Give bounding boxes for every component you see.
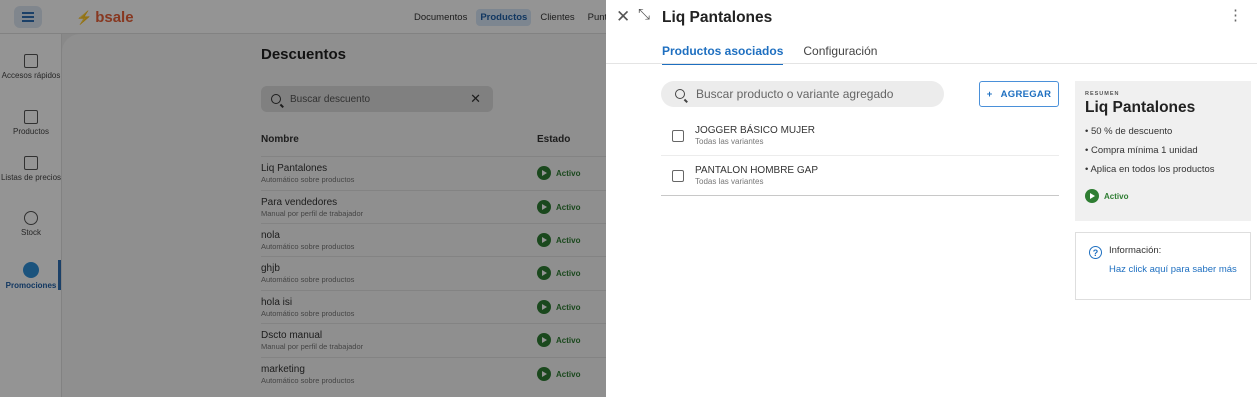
product-list: JOGGER BÁSICO MUJER Todas las variantes … xyxy=(661,116,1059,196)
summary-card: RESUMEN Liq Pantalones 50 % de descuento… xyxy=(1075,81,1251,221)
info-card: ? Información: Haz click aquí para saber… xyxy=(1075,232,1251,300)
info-link[interactable]: Haz click aquí para saber más xyxy=(1109,263,1239,276)
help-icon: ? xyxy=(1089,246,1102,259)
drawer-title: Liq Pantalones xyxy=(662,9,773,26)
more-options-icon[interactable]: ⋮ xyxy=(1228,8,1243,23)
product-checkbox[interactable] xyxy=(672,170,684,182)
list-item[interactable]: JOGGER BÁSICO MUJER Todas las variantes xyxy=(661,116,1059,156)
tabs-divider xyxy=(606,63,1257,64)
summary-label: RESUMEN xyxy=(1085,91,1120,97)
summary-list: 50 % de descuento Compra mínima 1 unidad… xyxy=(1085,126,1241,175)
summary-item: Aplica en todos los productos xyxy=(1085,164,1241,175)
tab-configuracion[interactable]: Configuración xyxy=(803,44,877,65)
summary-item: 50 % de descuento xyxy=(1085,126,1241,137)
tab-productos-asociados[interactable]: Productos asociados xyxy=(662,44,784,65)
summary-title: Liq Pantalones xyxy=(1085,99,1196,116)
drawer-tabs: Productos asociados Configuración xyxy=(662,44,877,65)
info-title: Información: xyxy=(1109,245,1162,256)
status-badge: Activo xyxy=(1085,189,1241,203)
search-icon xyxy=(675,89,685,99)
expand-icon[interactable]: ⤡ xyxy=(638,6,650,23)
plus-icon: + xyxy=(986,88,993,100)
list-item[interactable]: PANTALON HOMBRE GAP Todas las variantes xyxy=(661,156,1059,196)
play-icon xyxy=(1085,189,1099,203)
add-product-button[interactable]: + AGREGAR xyxy=(979,81,1059,107)
modal-overlay[interactable] xyxy=(0,0,606,397)
product-checkbox[interactable] xyxy=(672,130,684,142)
discount-drawer: ✕ ⤡ Liq Pantalones ⋮ Productos asociados… xyxy=(606,0,1257,397)
close-icon[interactable]: ✕ xyxy=(616,7,630,27)
summary-item: Compra mínima 1 unidad xyxy=(1085,145,1241,156)
product-search-input[interactable]: Buscar producto o variante agregado xyxy=(661,81,944,107)
